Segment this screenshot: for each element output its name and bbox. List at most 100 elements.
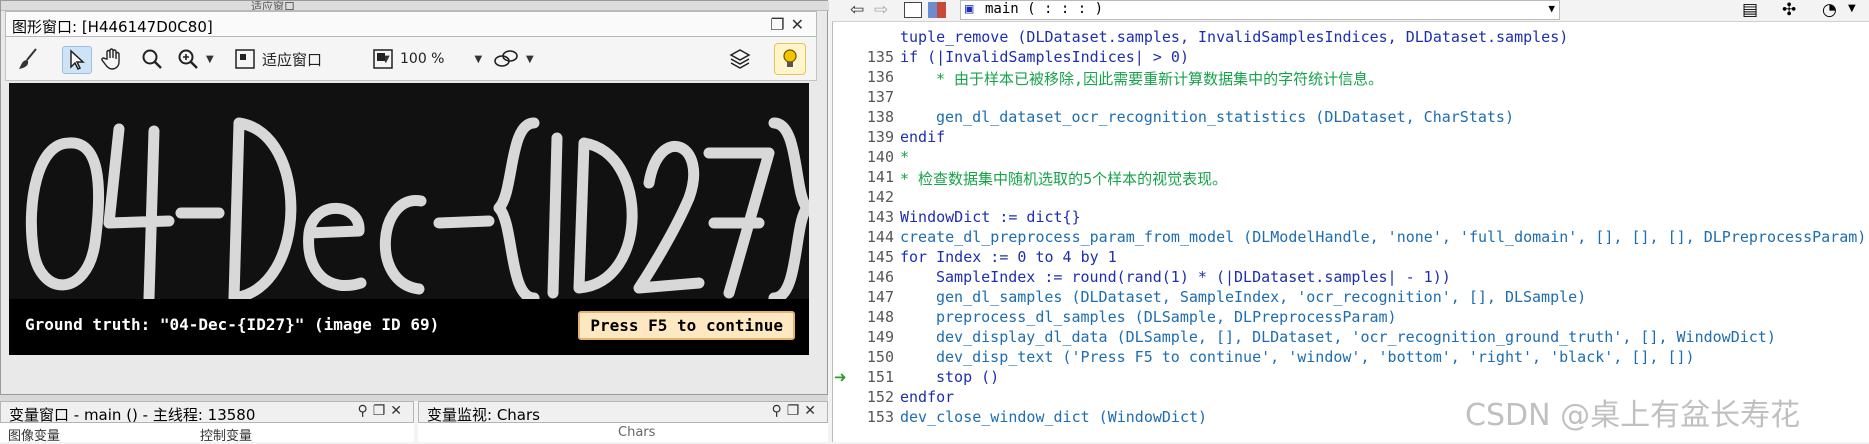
line-number: 150 [866, 348, 894, 366]
back-icon[interactable]: ⇦ [850, 0, 864, 20]
code-line[interactable]: 149 dev_display_dl_data (DLSample, [], DL… [832, 328, 1869, 348]
line-number: 147 [866, 288, 894, 306]
code-text: gen_dl_dataset_ocr_recognition_statistic… [936, 108, 1514, 126]
fit-window-icon [235, 49, 255, 69]
code-text: preprocess_dl_samples (DLSample, DLPrepr… [936, 308, 1397, 326]
variable-watch-title: 变量监视: Chars [427, 406, 540, 424]
execution-arrow-icon: ➜ [834, 368, 847, 386]
code-text: endif [900, 128, 946, 146]
line-number: 139 [866, 128, 894, 146]
draw-mode-dropdown[interactable]: ▼ [492, 46, 534, 72]
code-line[interactable]: 144 create_dl_preprocess_param_from_model… [832, 228, 1869, 248]
line-number: 153 [866, 408, 894, 426]
procedure-selector[interactable]: ▣ main ( : : : ) ▼ [960, 0, 1560, 20]
variable-watch-titlebar[interactable]: 变量监视: Chars ⚲❐✕ [418, 401, 828, 424]
control-variables-header: 控制变量 [200, 429, 253, 444]
code-line[interactable]: 135 if (|InvalidSamplesIndices| > 0) [832, 48, 1869, 68]
line-number: 146 [866, 268, 894, 286]
graphics-window-titlebar[interactable]: 图形窗口: [H446147D0C80] ❐✕ [5, 11, 817, 37]
code-line[interactable]: 146 SampleIndex := round(rand(1) * (|DLDa… [832, 268, 1869, 288]
line-number: 151 [866, 368, 894, 386]
code-text: create_dl_preprocess_param_from_model (D… [900, 228, 1867, 246]
watch-column-header: Chars [618, 425, 656, 440]
grid-icon[interactable] [928, 2, 946, 18]
zoom-in-dropdown[interactable]: ▼ [176, 46, 214, 72]
layers-icon[interactable] [728, 46, 752, 72]
chevron-down-icon: ▼ [1548, 2, 1555, 15]
graphics-window: 适应窗口 图形窗口: [H446147D0C80] ❐✕ ▼ 适应窗口 ▼ 10… [0, 0, 829, 395]
code-line[interactable]: 139 endif [832, 128, 1869, 148]
code-text: stop () [936, 368, 1000, 386]
ground-truth-text: Ground truth: "04-Dec-{ID27}" (image ID … [25, 315, 440, 334]
graphics-toolbar: ▼ 适应窗口 ▼ 100 % ▼ ▼ [5, 37, 817, 81]
line-number: 148 [866, 308, 894, 326]
code-text: if (|InvalidSamplesIndices| > 0) [900, 48, 1189, 66]
close-icon[interactable]: ✕ [804, 403, 821, 419]
variable-watch: 变量监视: Chars ⚲❐✕ Chars [418, 401, 828, 442]
code-line[interactable]: 142 [832, 188, 1869, 208]
line-number: 149 [866, 328, 894, 346]
line-number: 152 [866, 388, 894, 406]
code-text: gen_dl_samples (DLDataset, SampleIndex, … [936, 288, 1587, 306]
code-line[interactable]: 136 * 由于样本已被移除,因此需要重新计算数据集中的字符统计信息。 [832, 68, 1869, 88]
chevron-down-icon: ▼ [474, 53, 483, 65]
breakpoint-icon[interactable]: ✣ [1782, 0, 1796, 20]
code-line[interactable]: 145 for Index := 0 to 4 by 1 [832, 248, 1869, 268]
pointer-icon[interactable] [62, 46, 92, 74]
zoom-in-icon [178, 49, 198, 69]
brush-icon[interactable] [16, 46, 42, 72]
zoom-level-icon [373, 49, 393, 69]
lightbulb-icon[interactable] [774, 43, 806, 75]
chevron-down-icon: ▼ [1848, 3, 1856, 14]
pin-icon[interactable]: ⚲ [771, 403, 786, 419]
code-line[interactable]: 148 preprocess_dl_samples (DLSample, DLPr… [832, 308, 1869, 328]
document-icon[interactable] [904, 2, 922, 18]
code-line[interactable]: 141 * 检查数据集中随机选取的5个样本的视觉表现。 [832, 168, 1869, 188]
line-number: 140 [866, 148, 894, 166]
fit-window-label: 适应窗口 [262, 50, 323, 69]
code-line[interactable]: 140 * [832, 148, 1869, 168]
line-number: 143 [866, 208, 894, 226]
code-text: * [900, 148, 910, 166]
table-icon[interactable]: ▤ [1742, 0, 1758, 20]
code-text: endfor [900, 388, 955, 406]
variable-window-title: 变量窗口 - main () - 主线程: 13580 [9, 406, 256, 424]
variable-window: 变量窗口 - main () - 主线程: 13580 ⚲❐✕ 图像变量 控制变… [0, 401, 414, 444]
zoom-level-label: 100 % [400, 51, 445, 67]
pin-icon[interactable]: ⚲ [357, 403, 372, 419]
code-line[interactable]: 147 gen_dl_samples (DLDataset, SampleInde… [832, 288, 1869, 308]
line-number: 135 [866, 48, 894, 66]
code-line[interactable]: 138 gen_dl_dataset_ocr_recognition_statis… [832, 108, 1869, 128]
restore-icon[interactable]: ❐ [787, 403, 805, 419]
restore-icon[interactable]: ❐ [770, 15, 790, 34]
code-text: WindowDict := dict{} [900, 208, 1081, 226]
restore-icon[interactable]: ❐ [373, 403, 391, 419]
line-number: 138 [866, 108, 894, 126]
magnifier-icon[interactable] [140, 46, 164, 72]
code-line[interactable]: 150 dev_disp_text ('Press F5 to continue'… [832, 348, 1869, 368]
code-text: tuple_remove (DLDataset.samples, Invalid… [900, 28, 1569, 46]
code-line[interactable]: 151 stop () ➜ [832, 368, 1869, 388]
gauge-icon[interactable]: ◔ [1822, 0, 1837, 20]
line-number: 145 [866, 248, 894, 266]
close-icon[interactable]: ✕ [390, 403, 407, 419]
procedure-selector-value: main ( : : : ) [985, 1, 1104, 17]
line-number: 142 [866, 188, 894, 206]
close-icon[interactable]: ✕ [791, 15, 810, 34]
fit-window-dropdown[interactable]: 适应窗口 ▼ [234, 46, 390, 72]
code-line[interactable]: 143 WindowDict := dict{} [832, 208, 1869, 228]
procedure-icon: ▣ [965, 1, 974, 17]
code-text: dev_display_dl_data (DLSample, [], DLDat… [936, 328, 1776, 346]
top-strip: 适应窗口 [1, 1, 829, 11]
forward-icon[interactable]: ⇨ [874, 0, 888, 20]
code-line[interactable]: 137 [832, 88, 1869, 108]
variable-window-titlebar[interactable]: 变量窗口 - main () - 主线程: 13580 ⚲❐✕ [0, 401, 414, 424]
code-line[interactable]: tuple_remove (DLDataset.samples, Invalid… [832, 28, 1869, 48]
line-number: 137 [866, 88, 894, 106]
code-area[interactable]: tuple_remove (DLDataset.samples, Invalid… [832, 22, 1869, 442]
code-text: * 由于样本已被移除,因此需要重新计算数据集中的字符统计信息。 [936, 70, 1384, 88]
hand-icon[interactable] [100, 46, 124, 72]
ground-truth-banner: Ground truth: "04-Dec-{ID27}" (image ID … [9, 299, 809, 355]
zoom-level-dropdown[interactable]: 100 % ▼ [372, 46, 482, 72]
graphics-window-title: 图形窗口: [H446147D0C80] [12, 18, 213, 36]
